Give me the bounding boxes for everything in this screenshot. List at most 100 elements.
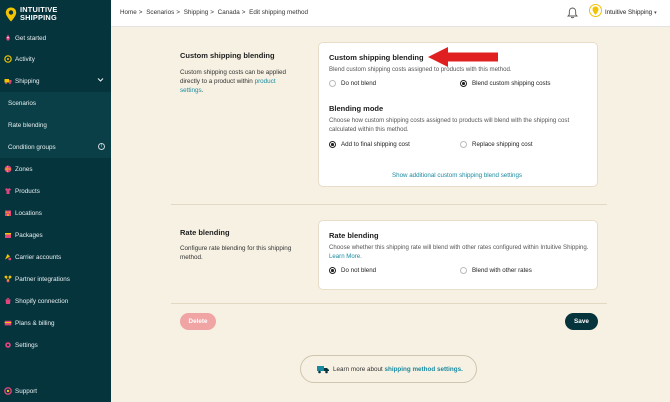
- activity-icon: [4, 55, 12, 63]
- caret-down-icon: ▾: [654, 9, 657, 16]
- radio-label: Blend with other rates: [472, 267, 532, 274]
- radio-indicator: [329, 80, 336, 87]
- breadcrumb-canada[interactable]: Canada: [218, 9, 240, 16]
- card-title: Custom shipping blending: [329, 53, 424, 62]
- radio-label: Add to final shipping cost: [341, 141, 410, 148]
- show-additional-settings-link[interactable]: Show additional custom shipping blend se…: [392, 172, 522, 179]
- billing-icon: [4, 320, 12, 326]
- sidebar-item-label: Settings: [15, 341, 38, 349]
- learn-more-text: Learn more about: [333, 365, 383, 373]
- radio-do-not-blend[interactable]: Do not blend: [329, 80, 376, 87]
- learn-more-banner[interactable]: Learn more about shipping method setting…: [300, 355, 477, 383]
- section-desc-custom-blending: Custom shipping costs can be applied dir…: [180, 69, 287, 94]
- sidebar-item-label: Rate blending: [8, 121, 47, 129]
- radio-indicator-selected: [460, 80, 467, 87]
- shipping-method-settings-link[interactable]: shipping method settings.: [384, 366, 462, 373]
- save-button[interactable]: Save: [565, 313, 598, 330]
- sidebar-item-label: Support: [15, 387, 38, 395]
- sidebar-item-support[interactable]: Support: [0, 380, 111, 402]
- card-desc: Choose whether this shipping rate will b…: [329, 244, 599, 261]
- sidebar-item-zones[interactable]: Zones: [0, 158, 111, 180]
- annotation-arrow: [428, 47, 498, 67]
- support-icon: [4, 387, 12, 395]
- section-divider: [171, 303, 607, 304]
- sidebar-item-locations[interactable]: Locations: [0, 202, 111, 224]
- brand-logo[interactable]: INTUITIVE SHIPPING: [0, 0, 111, 28]
- radio-label: Do not blend: [341, 80, 377, 87]
- sidebar-item-get-started[interactable]: Get started: [0, 28, 111, 48]
- sidebar-item-label: Shopify connection: [15, 297, 69, 305]
- sidebar-item-label: Shipping: [15, 77, 40, 85]
- sidebar-item-shopify-connection[interactable]: Shopify connection: [0, 290, 111, 312]
- truck-icon: [4, 79, 12, 85]
- sidebar-item-settings[interactable]: Settings: [0, 334, 111, 356]
- breadcrumb: Home > Scenarios > Shipping > Canada > Edit …: [120, 9, 310, 16]
- sidebar-item-label: Scenarios: [8, 99, 37, 107]
- delete-button[interactable]: Delete: [180, 313, 216, 330]
- sidebar-item-label: Condition groups: [8, 143, 56, 151]
- sidebar-item-partner-integrations[interactable]: Partner integrations: [0, 268, 111, 290]
- radio-indicator-selected: [329, 141, 336, 148]
- breadcrumb-scenarios[interactable]: Scenarios: [146, 9, 174, 16]
- sidebar-item-carrier-accounts[interactable]: Carrier accounts: [0, 246, 111, 268]
- breadcrumb-current: Edit shipping method: [249, 9, 308, 16]
- sidebar-item-label: Packages: [15, 231, 43, 239]
- rocket-icon: [6, 34, 10, 41]
- blending-mode-title: Blending mode: [329, 104, 384, 113]
- chevron-down-icon[interactable]: [97, 76, 104, 83]
- radio-rate-do-not-blend[interactable]: Do not blend: [329, 267, 376, 274]
- radio-blend-other-rates[interactable]: Blend with other rates: [460, 267, 532, 274]
- sidebar-item-label: Partner integrations: [15, 275, 70, 283]
- sidebar-item-rate-blending[interactable]: Rate blending: [0, 114, 111, 136]
- sidebar-item-activity[interactable]: Activity: [0, 48, 111, 70]
- radio-label: Do not blend: [341, 267, 377, 274]
- radio-add-to-final-cost[interactable]: Add to final shipping cost: [329, 141, 410, 148]
- sidebar-item-label: Zones: [15, 165, 33, 173]
- account-name: Intuitive Shipping: [605, 9, 653, 16]
- brand-line-2: SHIPPING: [20, 13, 57, 22]
- shipping-truck-illustration-icon: [317, 366, 329, 374]
- account-logo-icon: [589, 4, 602, 17]
- breadcrumb-separator: >: [241, 9, 246, 16]
- sidebar-item-shipping[interactable]: Shipping: [0, 70, 111, 92]
- section-title-rate-blending: Rate blending: [180, 228, 230, 237]
- breadcrumb-separator: >: [176, 9, 180, 16]
- shirt-icon: [5, 188, 11, 194]
- breadcrumb-separator: >: [210, 9, 214, 16]
- radio-replace-cost[interactable]: Replace shipping cost: [460, 141, 533, 148]
- bell-icon[interactable]: [567, 7, 578, 19]
- sidebar-item-label: Products: [15, 187, 40, 195]
- box-icon: [5, 233, 11, 238]
- sidebar-item-label: Activity: [15, 55, 35, 63]
- gear-icon: [5, 342, 11, 348]
- sidebar-item-scenarios[interactable]: Scenarios: [0, 92, 111, 114]
- account-menu[interactable]: Intuitive Shipping ▾: [589, 4, 657, 21]
- integration-icon: [4, 275, 12, 283]
- building-icon: [5, 210, 11, 216]
- globe-icon: [4, 165, 12, 173]
- rate-blending-card: Rate blending Choose whether this shippi…: [318, 220, 598, 290]
- info-icon[interactable]: i: [98, 143, 105, 150]
- radio-indicator: [460, 141, 467, 148]
- section-divider: [171, 204, 607, 205]
- carrier-icon: [5, 254, 12, 261]
- sidebar-item-products[interactable]: Products: [0, 180, 111, 202]
- sidebar-item-label: Get started: [15, 34, 47, 42]
- card-desc-text: Choose whether this shipping rate will b…: [329, 244, 589, 251]
- radio-label: Blend custom shipping costs: [472, 80, 551, 87]
- sidebar-item-packages[interactable]: Packages: [0, 224, 111, 246]
- learn-more-link[interactable]: Learn More.: [329, 253, 362, 260]
- top-bar: Home > Scenarios > Shipping > Canada > Edit …: [111, 0, 670, 27]
- sidebar-item-label: Carrier accounts: [15, 253, 62, 261]
- breadcrumb-home[interactable]: Home: [120, 9, 137, 16]
- radio-indicator-selected: [329, 267, 336, 274]
- breadcrumb-separator: >: [138, 9, 143, 16]
- radio-blend-custom-costs[interactable]: Blend custom shipping costs: [460, 80, 550, 87]
- sidebar-item-condition-groups[interactable]: Condition groups i: [0, 136, 111, 158]
- sidebar-item-plans-billing[interactable]: Plans & billing: [0, 312, 111, 334]
- breadcrumb-shipping[interactable]: Shipping: [184, 9, 209, 16]
- logo-pin-icon: [5, 7, 17, 21]
- sidebar-item-label: Locations: [15, 209, 42, 217]
- card-title: Rate blending: [329, 231, 379, 240]
- blending-mode-desc: Choose how custom shipping costs assigne…: [329, 117, 570, 133]
